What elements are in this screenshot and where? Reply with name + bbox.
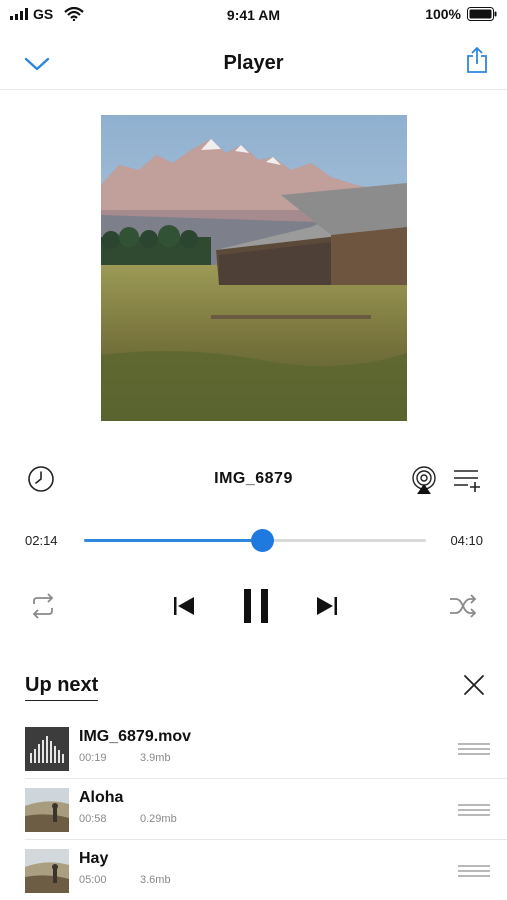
next-icon — [317, 597, 337, 615]
shuffle-icon — [450, 594, 477, 618]
previous-button[interactable] — [172, 593, 198, 619]
total-time: 04:10 — [450, 533, 483, 548]
drag-handle-icon[interactable] — [458, 804, 490, 816]
up-next-list: IMG_6879.mov 00:19 3.9mb Aloha 00:58 0.2… — [0, 718, 507, 900]
queue-item[interactable]: Hay 05:00 3.6mb — [25, 840, 507, 900]
progress-row: 02:14 04:10 — [0, 525, 507, 557]
queue-item-title: IMG_6879.mov — [79, 728, 192, 745]
previous-icon — [174, 597, 194, 615]
queue-item-duration: 00:58 — [79, 813, 107, 825]
add-to-queue-icon — [454, 470, 480, 492]
queue-item-title: Hay — [79, 850, 109, 867]
queue-item-duration: 05:00 — [79, 874, 107, 886]
page-title: Player — [223, 52, 284, 74]
landscape-artwork-image — [101, 115, 407, 421]
queue-item-title: Aloha — [79, 789, 124, 806]
status-right: 100% — [425, 6, 497, 22]
queue-item-duration: 00:19 — [79, 752, 107, 764]
share-icon — [467, 47, 487, 73]
queue-item-size: 3.6mb — [140, 874, 171, 886]
battery-percent: 100% — [425, 6, 461, 22]
progress-slider[interactable] — [84, 529, 426, 552]
playback-controls — [0, 582, 507, 630]
battery-icon — [467, 7, 497, 21]
pause-button[interactable] — [241, 586, 271, 626]
queue-item-size: 0.29mb — [140, 813, 177, 825]
up-next-header: Up next — [0, 666, 507, 706]
pause-icon — [244, 589, 268, 623]
nav-bar: Player — [0, 36, 507, 90]
close-up-next-button[interactable] — [462, 673, 486, 697]
queue-item-size: 3.9mb — [140, 752, 171, 764]
queue-item[interactable]: IMG_6879.mov 00:19 3.9mb — [25, 718, 507, 779]
status-bar: GS 9:41 AM 100% — [0, 0, 507, 30]
next-button[interactable] — [313, 593, 339, 619]
landscape-thumbnail-image — [25, 849, 69, 893]
progress-fill — [84, 539, 262, 542]
shuffle-button[interactable] — [448, 592, 478, 620]
drag-handle-icon[interactable] — [458, 865, 490, 877]
repeat-button[interactable] — [28, 592, 58, 620]
airplay-button[interactable] — [410, 466, 438, 494]
waveform-thumbnail-image — [25, 727, 69, 771]
up-next-title: Up next — [25, 674, 99, 701]
airplay-icon — [412, 466, 436, 494]
elapsed-time: 02:14 — [25, 533, 58, 548]
queue-thumbnail — [25, 727, 69, 771]
album-artwork — [101, 115, 407, 421]
share-button[interactable] — [465, 46, 489, 74]
close-icon — [464, 675, 484, 695]
queue-item[interactable]: Aloha 00:58 0.29mb — [25, 779, 507, 840]
queue-thumbnail — [25, 849, 69, 893]
track-info-row: IMG_6879 — [0, 455, 507, 503]
queue-thumbnail — [25, 788, 69, 832]
repeat-icon — [32, 593, 54, 619]
add-to-queue-button[interactable] — [452, 466, 482, 494]
drag-handle-icon[interactable] — [458, 743, 490, 755]
progress-knob[interactable] — [250, 529, 274, 552]
landscape-thumbnail-image — [25, 788, 69, 832]
